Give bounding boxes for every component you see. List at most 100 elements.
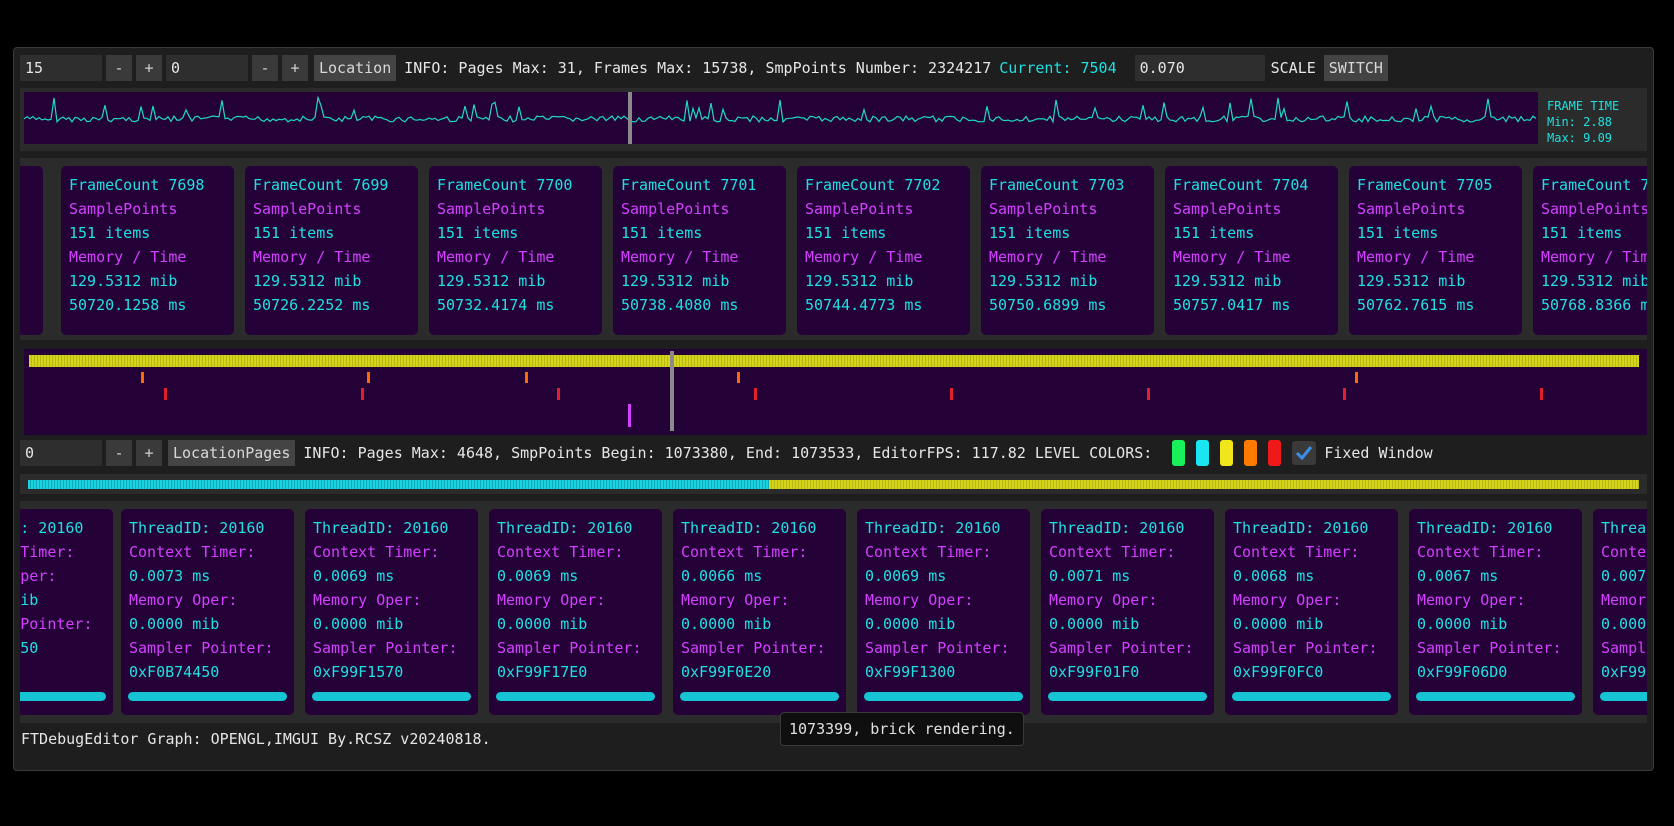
context-timer-label: Context Timer: <box>1417 543 1544 561</box>
frame-minus-button[interactable]: - <box>106 55 132 81</box>
scale-input[interactable]: 0.070 <box>1134 55 1265 81</box>
page-plus-button[interactable]: + <box>282 55 308 81</box>
page-input[interactable]: 0 <box>166 55 248 81</box>
frame-time-graph[interactable] <box>24 92 1538 144</box>
thread-card[interactable]: ThreadID: 20160 Context Timer: 0.0072 ms Me… <box>1593 509 1647 715</box>
sampler-pointer-label: Sampler Pointer: <box>1601 639 1647 657</box>
memory-oper-label: Memory Oper: <box>1049 591 1158 609</box>
fixed-window-checkbox[interactable] <box>1292 441 1317 465</box>
thread-load-bar <box>128 692 287 701</box>
memory-time-label: Memory / Time <box>69 248 187 266</box>
frame-time-max: Max: 9.09 <box>1547 131 1613 145</box>
time-value: 50732.4174 ms <box>437 296 555 314</box>
sampler-pointer-value: 0xF99F1570 <box>313 663 404 681</box>
location-page-plus-button[interactable]: + <box>136 440 162 466</box>
context-timer-value: 0.0069 ms <box>313 567 395 585</box>
level-color-swatch[interactable] <box>1172 440 1186 466</box>
location-page-minus-button[interactable]: - <box>106 440 132 466</box>
pages-info-text: INFO: Pages Max: 4648, SmpPoints Begin: … <box>303 444 1153 462</box>
thread-id: ThreadID: 20160 <box>1233 519 1369 537</box>
sampler-pointer-value: 0xF99F0 <box>1601 663 1647 681</box>
toolbar-bottom: 0 - + LocationPages INFO: Pages Max: 464… <box>20 440 1433 466</box>
level-color-swatch[interactable] <box>1220 440 1234 466</box>
level-color-swatch[interactable] <box>1244 440 1258 466</box>
items-count: 151 items <box>989 224 1071 242</box>
marker-red <box>754 388 757 400</box>
memory-value: 129.5312 mib <box>621 272 730 290</box>
context-timer-label: Context Timer: <box>497 543 624 561</box>
memory-oper-label: Memory Oper: <box>129 591 238 609</box>
memory-oper-label: Memory Oper: <box>1601 591 1647 609</box>
context-timer-value: 0.0066 ms <box>681 567 763 585</box>
items-count: 151 items <box>1173 224 1255 242</box>
thread-card[interactable]: ThreadID: 20160 Context Timer: 0.0071 ms Me… <box>1041 509 1214 715</box>
memory-value: 129.5312 mib <box>1357 272 1466 290</box>
frame-id: FrameCount 7704 <box>1173 176 1309 194</box>
frame-card[interactable]: FrameCount 7706 SamplePoints 151 items Memo… <box>1533 166 1647 335</box>
sampler-pointer-label: Sampler Pointer: <box>681 639 826 657</box>
context-timer-label: Context Timer: <box>129 543 256 561</box>
thread-id: ThreadID: 20160 <box>1049 519 1185 537</box>
frame-count-input[interactable]: 15 <box>20 55 102 81</box>
frame-cursor[interactable] <box>628 92 632 144</box>
memory-time-label: Memory / Time <box>1357 248 1475 266</box>
frame-card[interactable]: FrameCount 7705 SamplePoints 151 items Memo… <box>1349 166 1522 335</box>
thread-load-bar <box>680 692 839 701</box>
frame-card[interactable]: FrameCount 7701 SamplePoints 151 items Memo… <box>613 166 786 335</box>
location-pages-button[interactable]: LocationPages <box>168 440 296 466</box>
memory-oper-value: 0.0000 mib <box>1417 615 1508 633</box>
sampler-pointer-value: 0xF0B74450 <box>20 639 39 657</box>
thread-id: ThreadID: 20160 <box>20 519 84 537</box>
sample-tooltip: 1073399, brick rendering. <box>780 712 1024 746</box>
thread-load-bar <box>1416 692 1575 701</box>
frame-card[interactable]: FrameCount 7699 SamplePoints 151 items Memo… <box>245 166 418 335</box>
footer-text: FTDebugEditor Graph: OPENGL,IMGUI By.RCS… <box>21 730 491 748</box>
thread-card[interactable]: ThreadID: 20160 Context Timer: 0.0073 ms Me… <box>121 509 294 715</box>
thread-load-bar <box>1232 692 1391 701</box>
level-track[interactable] <box>24 349 1647 435</box>
track-cursor[interactable] <box>670 351 674 431</box>
thread-load-bar <box>496 692 655 701</box>
frame-card[interactable]: FrameCount 7702 SamplePoints 151 items Memo… <box>797 166 970 335</box>
context-timer-label: Context Timer: <box>865 543 992 561</box>
frame-card[interactable]: FrameCount 7700 SamplePoints 151 items Memo… <box>429 166 602 335</box>
level-color-swatch[interactable] <box>1196 440 1210 466</box>
memory-value: 129.5312 mib <box>805 272 914 290</box>
switch-button[interactable]: SWITCH <box>1323 55 1388 81</box>
frame-card-partial[interactable] <box>20 166 43 335</box>
memory-oper-value: 0.0000 mib <box>865 615 956 633</box>
thread-card[interactable]: ThreadID: 20160 Context Timer: 0.0066 ms Me… <box>673 509 846 715</box>
frame-card[interactable]: FrameCount 7704 SamplePoints 151 items Memo… <box>1165 166 1338 335</box>
progress-cyan-segment <box>28 480 770 489</box>
time-value: 50744.4773 ms <box>805 296 923 314</box>
thread-card[interactable]: ThreadID: 20160 Context Timer: 0.0068 ms Me… <box>1225 509 1398 715</box>
context-timer-label: Context Timer: <box>1049 543 1176 561</box>
thread-load-bar <box>312 692 471 701</box>
frame-card[interactable]: FrameCount 7703 SamplePoints 151 items Memo… <box>981 166 1154 335</box>
context-timer-label: Context Timer: <box>1601 543 1647 561</box>
items-count: 151 items <box>805 224 887 242</box>
memory-time-label: Memory / Time <box>437 248 555 266</box>
location-button[interactable]: Location <box>314 55 397 81</box>
frame-card[interactable]: FrameCount 7698 SamplePoints 151 items Memo… <box>61 166 234 335</box>
thread-card[interactable]: ThreadID: 20160 Context Timer: 0.0069 ms Me… <box>857 509 1030 715</box>
frame-plus-button[interactable]: + <box>136 55 162 81</box>
thread-card[interactable]: ThreadID: 20160 Context Timer: 0.0067 ms Me… <box>1409 509 1582 715</box>
current-value: 7504 <box>1080 59 1117 77</box>
marker-red <box>1147 388 1150 400</box>
memory-oper-label: Memory Oper: <box>313 591 422 609</box>
context-timer-value: 0.0069 ms <box>865 567 947 585</box>
sample-progress-bar[interactable] <box>28 480 1639 489</box>
level-color-swatch[interactable] <box>1268 440 1282 466</box>
sample-points-label: SamplePoints <box>69 200 178 218</box>
time-value: 50738.4080 ms <box>621 296 739 314</box>
thread-card[interactable]: ThreadID: 20160 Context Timer: 0.0069 ms Me… <box>305 509 478 715</box>
location-page-input[interactable]: 0 <box>20 440 102 466</box>
context-timer-value: 0.0068 ms <box>1233 567 1315 585</box>
toolbar-top: 15 - + 0 - + Location INFO: Pages Max: 3… <box>20 55 1388 81</box>
thread-id: ThreadID: 20160 <box>681 519 817 537</box>
thread-card[interactable]: ThreadID: 20160 Context Timer: 0.0069 ms Me… <box>489 509 662 715</box>
memory-oper-value: 0.0000 mib <box>1601 615 1647 633</box>
thread-card-partial[interactable]: ThreadID: 20160 Context Timer: Memory Oper… <box>20 509 113 715</box>
page-minus-button[interactable]: - <box>252 55 278 81</box>
